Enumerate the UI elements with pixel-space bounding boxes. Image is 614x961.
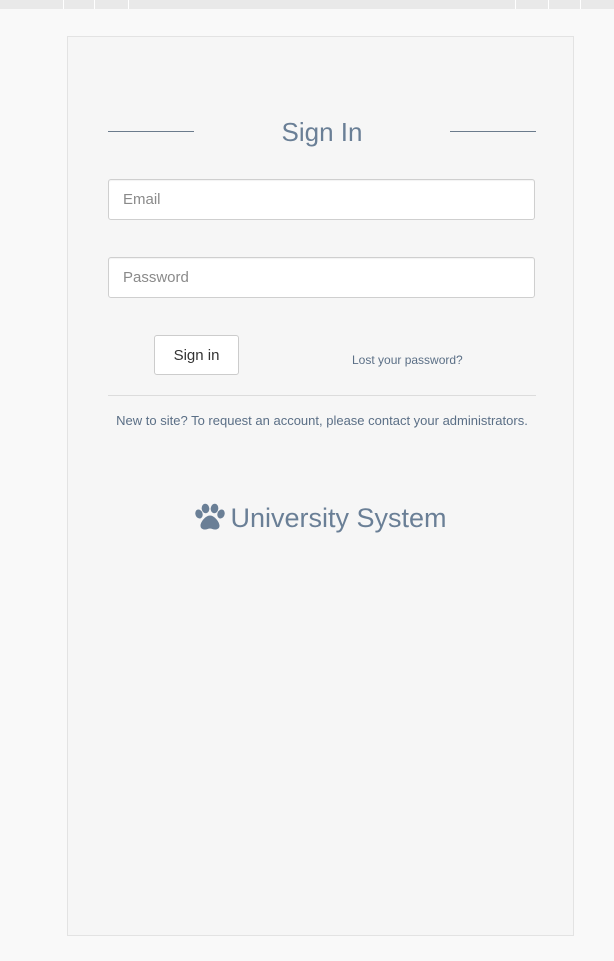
top-strip-separator	[580, 0, 581, 9]
lost-password-link[interactable]: Lost your password?	[352, 353, 463, 367]
paw-icon	[195, 503, 226, 530]
brand-name: University System	[230, 503, 447, 533]
password-field[interactable]	[108, 257, 535, 298]
top-strip-separator	[128, 0, 129, 9]
top-strip-separator	[94, 0, 95, 9]
new-account-notice: New to site? To request an account, plea…	[116, 413, 528, 428]
sign-in-heading-row: Sign In	[108, 115, 536, 149]
top-strip	[0, 0, 614, 9]
brand-logo: University System	[68, 501, 573, 535]
page-title: Sign In	[281, 117, 363, 147]
email-field[interactable]	[108, 179, 535, 220]
login-panel: Sign In Sign in Lost your password? New …	[67, 36, 574, 936]
heading-rule-right	[450, 131, 536, 132]
sign-in-button[interactable]: Sign in	[154, 335, 239, 375]
top-strip-separator	[515, 0, 516, 9]
top-strip-separator	[548, 0, 549, 9]
divider	[108, 395, 536, 396]
top-strip-separator	[63, 0, 64, 9]
